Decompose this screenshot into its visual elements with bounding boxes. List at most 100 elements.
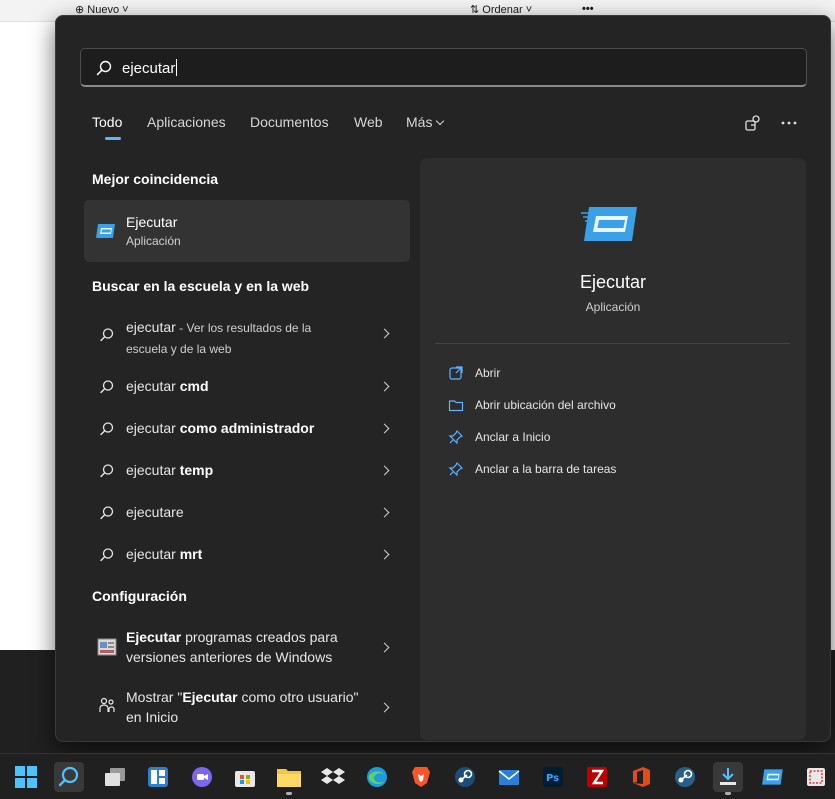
more-button[interactable]: ••• bbox=[582, 3, 594, 15]
task-view-icon bbox=[105, 768, 125, 786]
tab-web[interactable]: Web bbox=[354, 114, 383, 130]
chevron-right-icon bbox=[379, 423, 390, 434]
detail-title: Ejecutar bbox=[579, 272, 647, 292]
steam-icon bbox=[455, 767, 475, 787]
tool-button[interactable] bbox=[713, 762, 743, 795]
office-button[interactable] bbox=[626, 762, 656, 792]
tab-aplicaciones[interactable]: Aplicaciones bbox=[147, 114, 226, 130]
chat-icon bbox=[192, 767, 212, 787]
chevron-right-icon bbox=[379, 549, 390, 560]
settings-result-row[interactable]: Mostrar "Ejecutar como otro usuario" en … bbox=[84, 686, 410, 730]
run-app-icon bbox=[581, 207, 637, 241]
chevron-right-icon bbox=[379, 381, 390, 392]
chevron-down-icon bbox=[436, 116, 445, 126]
chevron-right-icon bbox=[379, 465, 390, 476]
best-match-title: Ejecutar bbox=[126, 214, 178, 230]
detail-panel: Ejecutar Aplicación Abrir Abrir ubicació… bbox=[420, 158, 806, 740]
dropbox-icon bbox=[321, 768, 345, 784]
search-icon bbox=[58, 766, 79, 787]
search-icon bbox=[100, 380, 114, 394]
compatibility-icon bbox=[97, 638, 117, 656]
taskbar-search[interactable] bbox=[54, 762, 84, 792]
open-icon bbox=[449, 366, 463, 380]
web-result-text: ejecutar cmd bbox=[126, 378, 209, 394]
start-button[interactable] bbox=[11, 762, 41, 792]
store-button[interactable] bbox=[230, 762, 260, 792]
web-result-text: ejecutar mrt bbox=[126, 546, 203, 562]
search-icon bbox=[100, 464, 114, 478]
running-indicator bbox=[725, 792, 731, 795]
filezilla-button[interactable] bbox=[582, 762, 612, 792]
chevron-right-icon bbox=[379, 642, 390, 653]
steam-button[interactable] bbox=[450, 762, 480, 792]
snipping-icon bbox=[807, 768, 825, 786]
windows-icon bbox=[15, 766, 37, 788]
section-settings: Configuración bbox=[92, 588, 187, 604]
running-indicator bbox=[286, 792, 292, 795]
store-icon bbox=[235, 771, 255, 787]
dropbox-button[interactable] bbox=[318, 762, 348, 792]
web-result-row[interactable]: ejecutare bbox=[84, 502, 410, 524]
web-result-row[interactable]: ejecutar como administrador bbox=[84, 418, 410, 440]
snipping-tool-button[interactable] bbox=[801, 762, 831, 792]
search-icon bbox=[100, 506, 114, 520]
brave-button[interactable] bbox=[406, 762, 436, 792]
run-button[interactable] bbox=[758, 762, 788, 792]
file-explorer-button[interactable] bbox=[274, 762, 304, 795]
account-icon[interactable] bbox=[742, 112, 764, 134]
search-icon bbox=[100, 328, 114, 342]
search-box[interactable]: ejecutar bbox=[80, 48, 807, 87]
best-match-item[interactable]: Ejecutar Aplicación bbox=[84, 200, 410, 262]
search-input[interactable]: ejecutar bbox=[122, 59, 178, 77]
web-result-row[interactable]: ejecutar mrt bbox=[84, 544, 410, 566]
chevron-right-icon bbox=[379, 328, 390, 339]
steam-button[interactable] bbox=[670, 762, 700, 792]
edge-icon bbox=[367, 767, 387, 787]
mail-button[interactable] bbox=[494, 762, 524, 792]
edge-button[interactable] bbox=[362, 762, 392, 792]
steam-icon bbox=[675, 767, 695, 787]
widgets-button[interactable] bbox=[143, 762, 173, 792]
task-view-button[interactable] bbox=[100, 762, 130, 792]
web-result-text: ejecutar - Ver los resultados de la escu… bbox=[126, 319, 312, 356]
search-icon bbox=[100, 422, 114, 436]
chevron-right-icon bbox=[379, 702, 390, 713]
tab-documentos[interactable]: Documentos bbox=[250, 114, 329, 130]
web-result-text: ejecutare bbox=[126, 504, 184, 520]
search-icon bbox=[100, 548, 114, 562]
brave-icon bbox=[412, 767, 430, 787]
photoshop-button[interactable]: Ps bbox=[538, 762, 568, 792]
active-tab-indicator bbox=[105, 137, 121, 140]
settings-result-row[interactable]: Ejecutar programas creados para versione… bbox=[84, 626, 410, 670]
detail-subtitle: Aplicación bbox=[585, 300, 641, 314]
settings-person-icon bbox=[99, 697, 115, 712]
more-options-icon[interactable] bbox=[778, 112, 800, 134]
divider bbox=[435, 343, 790, 344]
search-icon bbox=[96, 60, 112, 76]
pin-icon bbox=[448, 461, 464, 477]
run-app-icon bbox=[762, 769, 783, 785]
chat-button[interactable] bbox=[187, 762, 217, 792]
pin-icon bbox=[448, 429, 464, 445]
settings-result-text: Mostrar "Ejecutar como otro usuario" en … bbox=[126, 689, 359, 725]
chevron-right-icon bbox=[379, 507, 390, 518]
web-result-text: ejecutar temp bbox=[126, 462, 214, 478]
web-result-text: ejecutar como administrador bbox=[126, 420, 315, 436]
tab-mas[interactable]: Más bbox=[406, 114, 445, 130]
taskbar: Ps bbox=[0, 753, 835, 799]
folder-icon bbox=[448, 400, 464, 412]
web-result-row[interactable]: ejecutar temp bbox=[84, 460, 410, 482]
mail-icon bbox=[498, 770, 520, 785]
download-tool-icon bbox=[720, 768, 736, 785]
folder-icon bbox=[277, 769, 301, 787]
filezilla-icon bbox=[587, 767, 607, 787]
tab-todo[interactable]: Todo bbox=[92, 114, 122, 130]
web-result-row[interactable]: ejecutar - Ver los resultados de la escu… bbox=[84, 312, 410, 356]
web-result-row[interactable]: ejecutar cmd bbox=[84, 376, 410, 398]
run-app-icon bbox=[96, 224, 115, 238]
search-flyout: ejecutar Todo Aplicaciones Documentos We… bbox=[55, 15, 831, 742]
best-match-subtitle: Aplicación bbox=[126, 234, 181, 248]
widgets-icon bbox=[148, 767, 168, 787]
office-icon bbox=[633, 767, 650, 787]
settings-result-text: Ejecutar programas creados para versione… bbox=[126, 629, 338, 665]
